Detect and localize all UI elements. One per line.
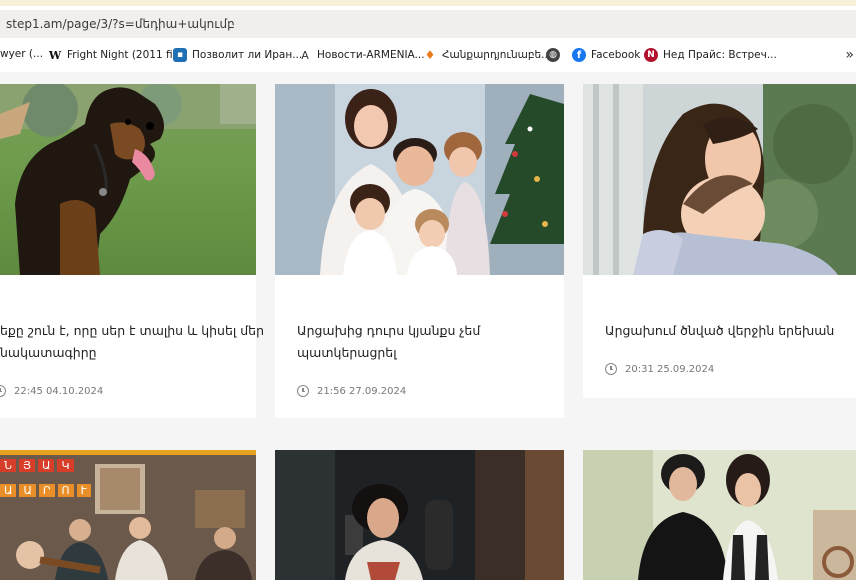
article-image-dog[interactable]	[0, 84, 256, 275]
article-image-two-women[interactable]	[583, 450, 856, 580]
article-card[interactable]: Արցախում ծնված վերջին երեխան 20:31 25.09…	[583, 84, 856, 398]
article-title[interactable]: Արցախից դուրս կյանքս չեմ պատկերացրել	[297, 320, 557, 364]
article-card[interactable]: Ն Յ Ա Կ Ա Ա Ր Ո Ւ	[0, 450, 256, 580]
address-bar: step1.am/page/3/?s=մեդիա+ակումբ	[0, 6, 856, 40]
article-card[interactable]	[275, 450, 564, 580]
title-line: Արցախից դուրս կյանքս չեմ	[297, 323, 481, 338]
bookmarks-bar: wyer (... W Fright Night (2011 fi... ▪ П…	[0, 40, 856, 73]
news-icon: ▪	[173, 48, 187, 62]
bookmark-label: wyer (...	[0, 48, 44, 60]
bookmark-label: Fright Night (2011 fi...	[67, 49, 183, 61]
facebook-icon: f	[572, 48, 586, 62]
article-time: 20:31 25.09.2024	[625, 363, 715, 375]
article-image-mother-child[interactable]	[583, 84, 856, 275]
globe-icon: ◍	[546, 48, 560, 62]
article-meta: 21:56 27.09.2024	[297, 385, 406, 397]
url-field[interactable]: step1.am/page/3/?s=մեդիա+ակումբ	[0, 10, 856, 38]
flame-icon: ♦	[424, 48, 436, 62]
article-title[interactable]: եքը շուն է, որը սեր է տալիս և կիսել մեր …	[0, 320, 265, 364]
article-image-family[interactable]	[275, 84, 564, 275]
bookmark-3[interactable]: A Новости-ARMENIA...	[298, 48, 425, 62]
bookmark-label: Нед Прайс: Встреч...	[663, 49, 777, 61]
title-line: պատկերացրել	[297, 345, 397, 360]
article-meta: 20:31 25.09.2024	[605, 363, 714, 375]
search-results: եքը շուն է, որը սեր է տալիս և կիսել մեր …	[0, 72, 856, 580]
clock-icon	[297, 385, 309, 397]
article-time: 21:56 27.09.2024	[317, 385, 407, 397]
bookmark-7[interactable]: N Нед Прайс: Встреч...	[644, 48, 777, 62]
clock-icon	[605, 363, 617, 375]
title-line: Արցախում ծնված վերջին երեխան	[605, 323, 835, 338]
image-caption-top: Ն Յ Ա Կ	[0, 459, 74, 472]
bookmark-label: Հանքարդյունաբե...	[442, 49, 552, 61]
article-title[interactable]: Արցախում ծնված վերջին երեխան	[605, 320, 855, 342]
bookmark-4[interactable]: ♦ Հանքարդյունաբե...	[423, 48, 552, 62]
article-image-singer[interactable]	[275, 450, 564, 580]
article-time: 22:45 04.10.2024	[14, 385, 104, 397]
article-card[interactable]: եքը շուն է, որը սեր է տալիս և կիսել մեր …	[0, 84, 265, 418]
wikipedia-icon: W	[48, 48, 62, 62]
bookmark-2[interactable]: ▪ Позволит ли Иран...	[173, 48, 302, 62]
bookmark-label: Новости-ARMENIA...	[317, 49, 425, 61]
bookmarks-overflow-icon[interactable]: »	[845, 47, 854, 63]
article-card[interactable]	[583, 450, 856, 580]
article-card[interactable]: Արցախից դուրս կյանքս չեմ պատկերացրել 21:…	[275, 84, 564, 418]
bookmark-label: Facebook	[591, 49, 641, 61]
bookmark-label: Позволит ли Иран...	[192, 49, 303, 61]
article-meta: 22:45 04.10.2024	[0, 385, 103, 397]
bookmark-0[interactable]: wyer (...	[0, 48, 43, 60]
clock-icon	[0, 385, 6, 397]
armenia-icon: A	[301, 48, 309, 62]
n-icon: N	[644, 48, 658, 62]
title-line: նակատագիրը	[0, 345, 97, 360]
bookmark-1[interactable]: W Fright Night (2011 fi...	[48, 48, 183, 62]
bookmark-5[interactable]: ◍	[546, 48, 565, 62]
url-text[interactable]: step1.am/page/3/?s=մեդիա+ակումբ	[6, 17, 235, 31]
bookmark-6[interactable]: f Facebook	[572, 48, 640, 62]
image-caption-bottom: Ա Ա Ր Ո Ւ	[0, 484, 91, 497]
title-line: եքը շուն է, որը սեր է տալիս և կիսել մեր	[0, 323, 265, 338]
article-image-band[interactable]: Ն Յ Ա Կ Ա Ա Ր Ո Ւ	[0, 450, 256, 580]
